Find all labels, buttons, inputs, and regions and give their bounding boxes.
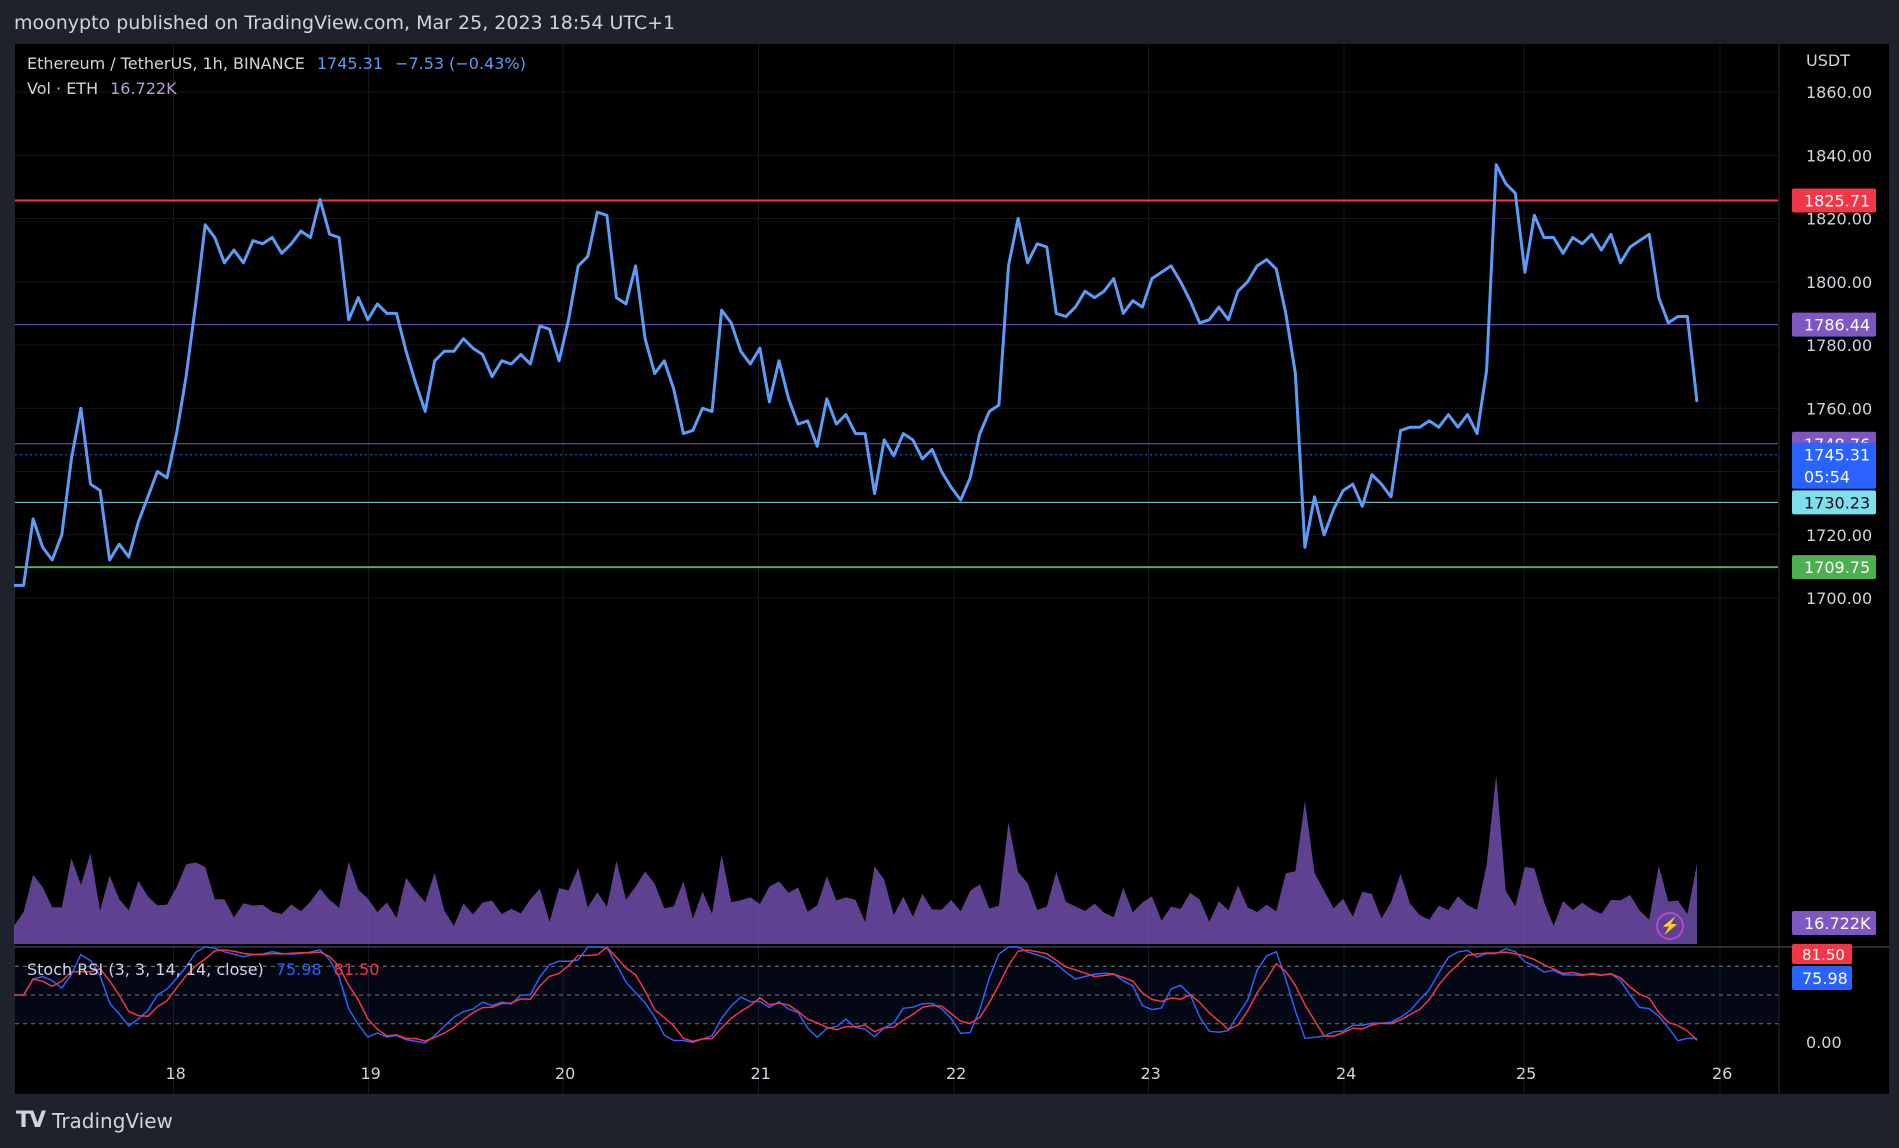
stoch-rsi-label[interactable]: Stoch RSI (3, 3, 14, 14, close) [27,960,264,979]
price-level-tag-label: 1786.44 [1804,316,1870,335]
price-level-tag-label: 1745.31 [1804,446,1870,465]
tradingview-logo-icon: TV [16,1108,46,1133]
price-tick-label: 1720.00 [1806,526,1872,545]
time-tick-label: 18 [166,1064,186,1083]
time-tick-label: 20 [555,1064,575,1083]
time-tick-label: 26 [1712,1064,1732,1083]
price-change: −7.53 (−0.43%) [395,54,526,73]
stoch-k-value: 75.98 [275,960,322,979]
chart-legend: Ethereum / TetherUS, 1h, BINANCE 1745.31… [27,54,526,104]
volume-area [14,775,1697,944]
volume-value: 16.722K [110,79,177,98]
price-level-tag-label: 1730.23 [1804,493,1870,512]
price-tick-label: 1860.00 [1806,83,1872,102]
stoch-tick-label: 0.00 [1806,1033,1842,1052]
price-level-tag-label: 1709.75 [1804,558,1870,577]
bottom-bar [0,1094,1899,1148]
price-tick-label: 1700.00 [1806,589,1872,608]
symbol-label[interactable]: Ethereum / TetherUS, 1h, BINANCE [27,54,305,73]
price-tick-label: 1840.00 [1806,146,1872,165]
currency-label: USDT [1806,51,1850,70]
stoch-d-tag-label: 81.50 [1802,946,1845,964]
brand[interactable]: TV TradingView [16,1108,173,1133]
last-price: 1745.31 [316,54,384,73]
price-series-line [14,163,1699,587]
stoch-k-tag-label: 75.98 [1802,969,1848,988]
lightning-icon[interactable]: ⚡ [1656,912,1684,940]
time-tick-label: 21 [751,1064,771,1083]
price-tick-label: 1800.00 [1806,273,1872,292]
stoch-d-value: 81.50 [333,960,380,979]
time-tick-label: 19 [361,1064,381,1083]
brand-name: TradingView [52,1108,173,1133]
time-tick-label: 24 [1336,1064,1356,1083]
price-tick-label: 1760.00 [1806,399,1872,418]
stoch-rsi-legend: Stoch RSI (3, 3, 14, 14, close) 75.98 81… [27,960,379,979]
countdown-label: 05:54 [1804,468,1850,487]
price-tick-label: 1780.00 [1806,336,1872,355]
price-level-tag-label: 1825.71 [1804,191,1870,210]
time-tick-label: 23 [1141,1064,1161,1083]
time-tick-label: 22 [946,1064,966,1083]
time-tick-label: 25 [1516,1064,1536,1083]
volume-label[interactable]: Vol · ETH [27,79,98,98]
volume-tag-label: 16.722K [1804,914,1871,933]
